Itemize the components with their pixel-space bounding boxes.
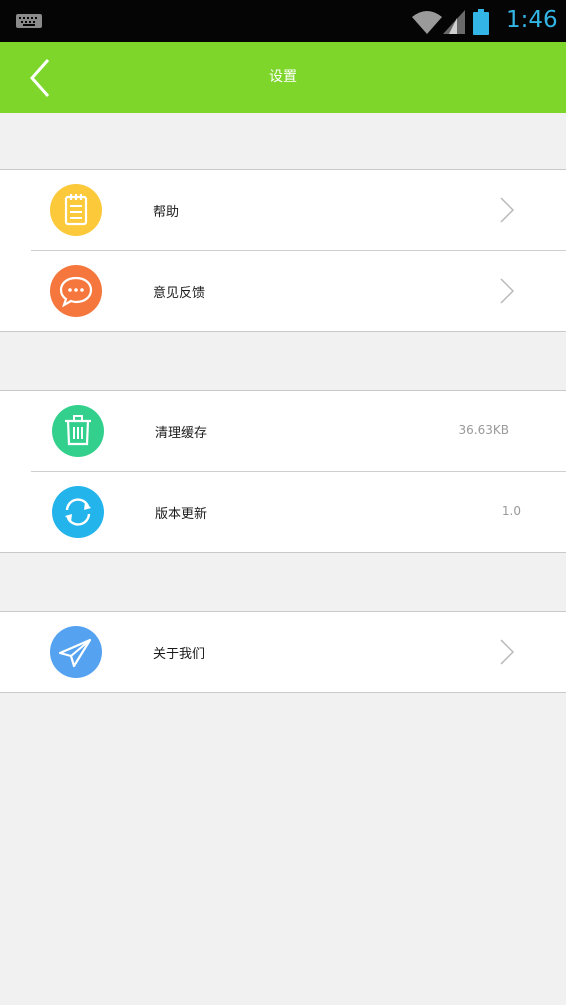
version-update-icon-circle [52,486,104,538]
settings-item-label: 清理缓存 [155,426,208,441]
settings-item-help[interactable]: 帮助 [0,170,566,250]
settings-item-label: 关于我们 [153,647,206,662]
chevron-right-icon [500,639,514,665]
clear-cache-icon-circle [52,405,104,457]
settings-item-label: 意见反馈 [153,286,206,301]
settings-group-1: 帮助 意见反馈 [0,169,566,332]
status-time: 1:46 [506,7,558,33]
battery-icon [473,9,489,35]
title-bar: 设置 [0,42,566,113]
paper-plane-icon [58,638,92,668]
keyboard-icon [16,14,42,28]
chevron-right-icon [500,197,514,223]
notepad-icon [64,194,88,226]
help-icon-circle [50,184,102,236]
settings-item-feedback[interactable]: 意见反馈 [31,250,566,331]
settings-item-version-update[interactable]: 版本更新 1.0 [31,471,566,552]
page-title: 设置 [269,69,297,85]
settings-group-2: 清理缓存 36.63KB 版本更新 1.0 [0,390,566,553]
settings-item-about-us[interactable]: 关于我们 [0,612,566,692]
status-bar: 1:46 [0,0,566,42]
chat-bubble-icon [59,276,93,308]
trash-icon [65,415,91,446]
signal-icon [443,10,465,34]
about-us-icon-circle [50,626,102,678]
settings-item-label: 帮助 [153,205,180,220]
version-value: 1.0 [501,504,521,518]
cache-size-value: 36.63KB [458,423,509,437]
feedback-icon-circle [50,265,102,317]
settings-item-clear-cache[interactable]: 清理缓存 36.63KB [0,391,566,471]
settings-item-label: 版本更新 [155,507,208,522]
refresh-icon [65,498,91,526]
settings-group-3: 关于我们 [0,611,566,693]
wifi-icon [412,11,442,34]
chevron-right-icon [500,278,514,304]
